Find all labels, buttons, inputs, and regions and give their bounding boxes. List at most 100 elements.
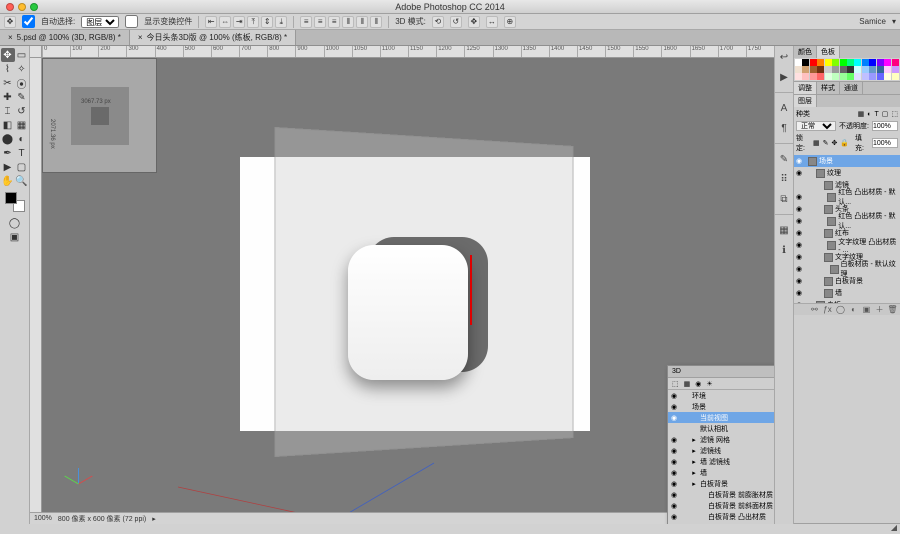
brush-panel-icon[interactable]: ✎ — [777, 152, 791, 166]
document-tab[interactable]: ×5.psd @ 100% (3D, RGB/8) * — [0, 30, 130, 45]
traffic-close-icon[interactable] — [6, 3, 14, 11]
statusbar-chevron-icon[interactable]: ▸ — [152, 515, 156, 523]
move-tool-preset-icon[interactable]: ✥ — [4, 16, 16, 28]
layer-row[interactable]: ◉白板材质 - 默认纹理 — [794, 263, 900, 275]
zoom-tool-icon[interactable]: 🔍 — [15, 174, 29, 188]
zoom-value[interactable]: 100% — [34, 515, 52, 522]
swatch[interactable] — [884, 73, 891, 80]
paragraph-panel-icon[interactable]: ¶ — [777, 121, 791, 135]
scene-item[interactable]: ◉▸滤镜线 — [668, 445, 774, 456]
twirl-icon[interactable]: ▸ — [690, 480, 698, 488]
align-bottom-icon[interactable]: ⤓ — [275, 16, 287, 28]
swatch[interactable] — [847, 59, 854, 66]
eye-icon[interactable]: ◉ — [796, 193, 803, 201]
swatch[interactable] — [854, 66, 861, 73]
close-icon[interactable]: × — [138, 33, 143, 42]
pen-tool-icon[interactable]: ✒ — [1, 146, 15, 160]
scene-item[interactable]: ◉场景 — [668, 401, 774, 412]
filter-light-icon[interactable]: ☀ — [706, 380, 712, 388]
twirl-icon[interactable]: ▸ — [690, 469, 698, 477]
scene-item[interactable]: ◉白板背景 前膨胀材质 — [668, 489, 774, 500]
blend-mode-dropdown[interactable]: 正常 — [796, 121, 836, 131]
swatch[interactable] — [802, 59, 809, 66]
eye-icon[interactable]: ◉ — [670, 513, 678, 521]
trash-icon[interactable]: 🗑 — [888, 305, 897, 314]
eye-icon[interactable]: ◉ — [670, 502, 678, 510]
eye-icon[interactable]: ◉ — [796, 253, 804, 261]
swatch[interactable] — [884, 66, 891, 73]
scene-item[interactable]: ◉当前视图 — [668, 412, 774, 423]
swatch[interactable] — [825, 73, 832, 80]
lock-pixel-icon[interactable]: ✎ — [823, 139, 829, 147]
swatch[interactable] — [877, 66, 884, 73]
swatch[interactable] — [832, 73, 839, 80]
swatch[interactable] — [847, 73, 854, 80]
swatch[interactable] — [817, 73, 824, 80]
filter-material-icon[interactable]: ◉ — [695, 380, 701, 388]
quickmask-icon[interactable]: ◯ — [8, 216, 22, 230]
scene-item[interactable]: 默认相机 — [668, 423, 774, 434]
scene-item[interactable]: ◉白板背景 凸出材质 — [668, 511, 774, 522]
path-select-icon[interactable]: ▶ — [1, 160, 15, 174]
link-layers-icon[interactable]: ⚯ — [810, 305, 819, 314]
swatch[interactable] — [840, 73, 847, 80]
close-icon[interactable]: × — [8, 33, 13, 42]
ruler-corner[interactable] — [30, 46, 42, 58]
swatch[interactable] — [802, 66, 809, 73]
eye-icon[interactable]: ◉ — [796, 241, 803, 249]
swatch[interactable] — [810, 66, 817, 73]
twirl-icon[interactable]: ▸ — [690, 436, 698, 444]
stamp-tool-icon[interactable]: ⌶ — [1, 104, 15, 118]
scene-item[interactable]: ◉▸墙 — [668, 467, 774, 478]
swatch[interactable] — [854, 59, 861, 66]
swatch[interactable] — [847, 66, 854, 73]
eye-icon[interactable]: ◉ — [670, 414, 678, 422]
document-tab[interactable]: ×今日头条3D版 @ 100% (练板, RGB/8) * — [130, 30, 296, 45]
swatch[interactable] — [884, 59, 891, 66]
align-top-icon[interactable]: ⤒ — [247, 16, 259, 28]
align-left-icon[interactable]: ⇤ — [205, 16, 217, 28]
tab-adjust[interactable]: 调整 — [794, 82, 817, 94]
screenmode-icon[interactable]: ▣ — [8, 230, 22, 244]
filter-scene-icon[interactable]: ⬚ — [672, 380, 679, 388]
layer-row[interactable]: ◉场景 — [794, 155, 900, 167]
slide-3d-icon[interactable]: ↔ — [486, 16, 498, 28]
eye-icon[interactable]: ◉ — [670, 524, 678, 525]
move-tool-icon[interactable]: ✥ — [1, 48, 15, 62]
history-brush-icon[interactable]: ↺ — [15, 104, 29, 118]
swatch[interactable] — [869, 59, 876, 66]
tab-channels[interactable]: 通道 — [840, 82, 863, 94]
eyedropper-tool-icon[interactable]: ⦿ — [15, 76, 29, 90]
resize-grip-icon[interactable]: ◢ — [891, 523, 897, 532]
layer-row[interactable]: ◉墙 — [794, 287, 900, 299]
filter-smart-icon[interactable]: ⬚ — [891, 110, 898, 118]
swatch[interactable] — [832, 59, 839, 66]
brush-presets-icon[interactable]: ⠿ — [777, 172, 791, 186]
lock-pos-icon[interactable]: ✥ — [831, 139, 837, 147]
wand-tool-icon[interactable]: ✧ — [15, 62, 29, 76]
dist-hcenter-icon[interactable]: ⫴ — [356, 16, 368, 28]
eye-icon[interactable]: ◉ — [796, 289, 804, 297]
zoom-3d-icon[interactable]: ⊕ — [504, 16, 516, 28]
auto-select-dropdown[interactable]: 图层 — [81, 16, 119, 28]
tab-styles[interactable]: 样式 — [817, 82, 840, 94]
eye-icon[interactable]: ◉ — [670, 469, 678, 477]
swatch[interactable] — [877, 59, 884, 66]
eye-icon[interactable]: ◉ — [670, 480, 678, 488]
eye-icon[interactable]: ◉ — [670, 491, 678, 499]
swatch[interactable] — [862, 59, 869, 66]
dist-vcenter-icon[interactable]: ≡ — [314, 16, 326, 28]
history-panel-icon[interactable]: ↩ — [777, 50, 791, 64]
canvas-viewport[interactable]: 3067.73 px 2071.36 px — [42, 58, 774, 512]
swatch[interactable] — [892, 66, 899, 73]
align-right-icon[interactable]: ⇥ — [233, 16, 245, 28]
navigator-thumbnail[interactable]: 3067.73 px 2071.36 px — [42, 58, 157, 173]
scene-item[interactable]: ◉白板背景 后斜面材质 — [668, 522, 774, 524]
lock-trans-icon[interactable]: ▦ — [813, 139, 820, 147]
actions-panel-icon[interactable]: ▶ — [777, 70, 791, 84]
traffic-min-icon[interactable] — [18, 3, 26, 11]
ruler-vertical[interactable] — [30, 58, 42, 512]
dist-top-icon[interactable]: ≡ — [300, 16, 312, 28]
filter-type-icon[interactable]: T — [874, 111, 878, 118]
adjustment-icon[interactable]: ◐ — [849, 305, 858, 314]
